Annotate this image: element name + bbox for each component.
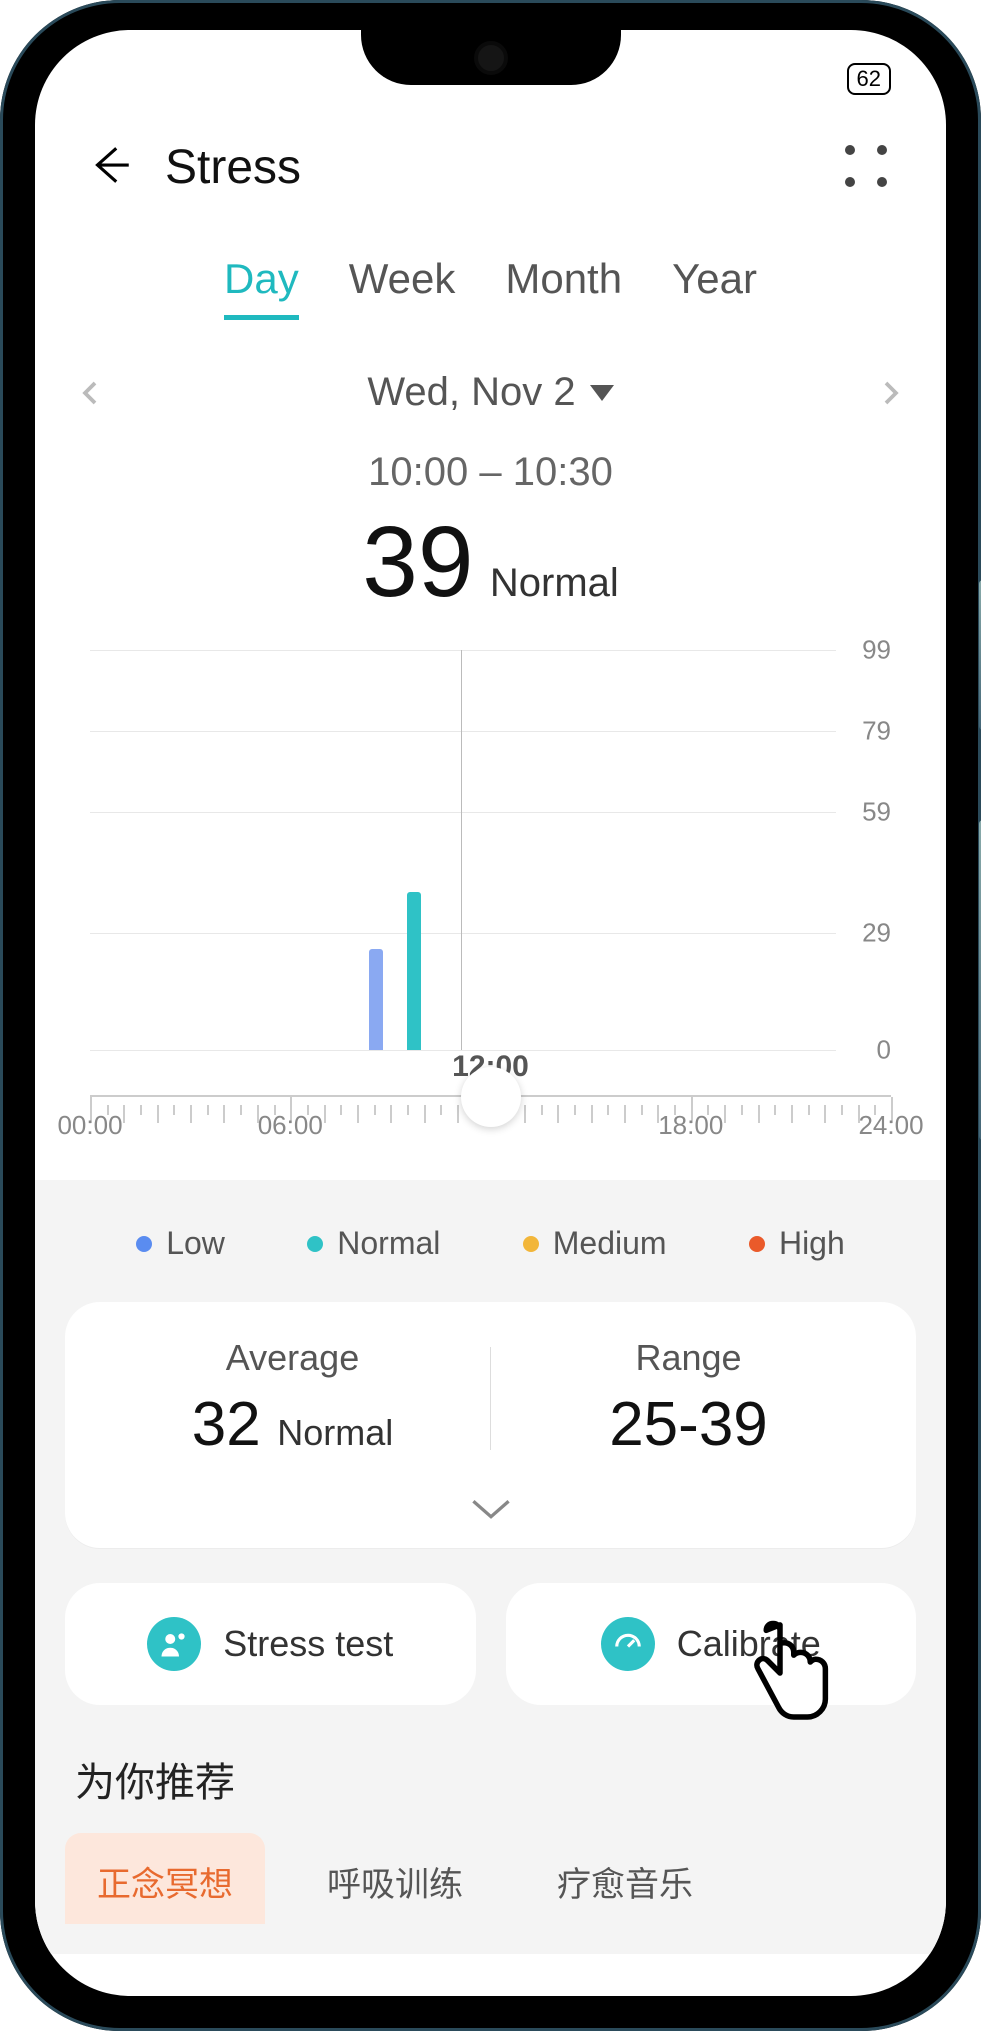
- reading-value: 39: [362, 506, 473, 618]
- timeline-scrubber[interactable]: 12:00 00:0006:0018:0024:00: [90, 1050, 891, 1180]
- timeline-label: 24:00: [858, 1110, 923, 1141]
- stress-chart[interactable]: 029597999: [90, 650, 891, 1050]
- chart-bar: [407, 892, 421, 1050]
- back-button[interactable]: [85, 140, 135, 195]
- chart-bar: [369, 949, 383, 1050]
- period-tabs: Day Week Month Year: [35, 225, 946, 335]
- legend-item: Low: [136, 1225, 225, 1262]
- current-reading: 39 Normal: [35, 505, 946, 620]
- selected-time-window: 10:00 – 10:30: [35, 450, 946, 495]
- more-menu-icon[interactable]: [845, 145, 891, 191]
- tab-week[interactable]: Week: [349, 255, 456, 320]
- stat-average-value: 32: [192, 1390, 261, 1459]
- stat-range-title: Range: [491, 1337, 886, 1379]
- date-label: Wed, Nov 2: [367, 370, 575, 415]
- battery-indicator: 62: [847, 63, 891, 95]
- stress-test-label: Stress test: [223, 1623, 393, 1665]
- next-day-button[interactable]: [876, 378, 906, 408]
- legend-item: High: [749, 1225, 845, 1262]
- dropdown-icon: [590, 385, 614, 401]
- chip-music[interactable]: 疗愈音乐: [525, 1833, 725, 1924]
- timeline-label: 18:00: [658, 1110, 723, 1141]
- tab-year[interactable]: Year: [672, 255, 757, 320]
- legend-item: Medium: [523, 1225, 667, 1262]
- expand-stats-button[interactable]: [95, 1495, 886, 1528]
- stat-range: Range 25-39: [491, 1337, 886, 1460]
- prev-day-button[interactable]: [75, 378, 105, 408]
- timeline-handle[interactable]: [461, 1067, 521, 1127]
- recommendations-title: 为你推荐: [75, 1750, 916, 1808]
- stat-average: Average 32 Normal: [95, 1337, 490, 1460]
- stat-average-title: Average: [95, 1337, 490, 1379]
- chip-breathing[interactable]: 呼吸训练: [295, 1833, 495, 1924]
- tab-month[interactable]: Month: [505, 255, 622, 320]
- timeline-label: 00:00: [57, 1110, 122, 1141]
- legend-item: Normal: [307, 1225, 440, 1262]
- date-picker[interactable]: Wed, Nov 2: [367, 370, 613, 415]
- calibrate-button[interactable]: Calibrate: [506, 1583, 917, 1705]
- stats-card: Average 32 Normal Range 25-39: [65, 1302, 916, 1548]
- stat-average-level: Normal: [277, 1412, 393, 1453]
- cursor-indicator-icon: [746, 1618, 836, 1728]
- chip-mindfulness[interactable]: 正念冥想: [65, 1833, 265, 1924]
- stress-test-icon: [147, 1617, 201, 1671]
- stat-range-value: 25-39: [609, 1390, 768, 1459]
- page-title: Stress: [165, 140, 845, 195]
- chart-legend: Low Normal Medium High: [65, 1225, 916, 1302]
- stress-test-button[interactable]: Stress test: [65, 1583, 476, 1705]
- calibrate-icon: [601, 1617, 655, 1671]
- reading-level: Normal: [490, 561, 619, 605]
- tab-day[interactable]: Day: [224, 255, 299, 320]
- timeline-label: 06:00: [258, 1110, 323, 1141]
